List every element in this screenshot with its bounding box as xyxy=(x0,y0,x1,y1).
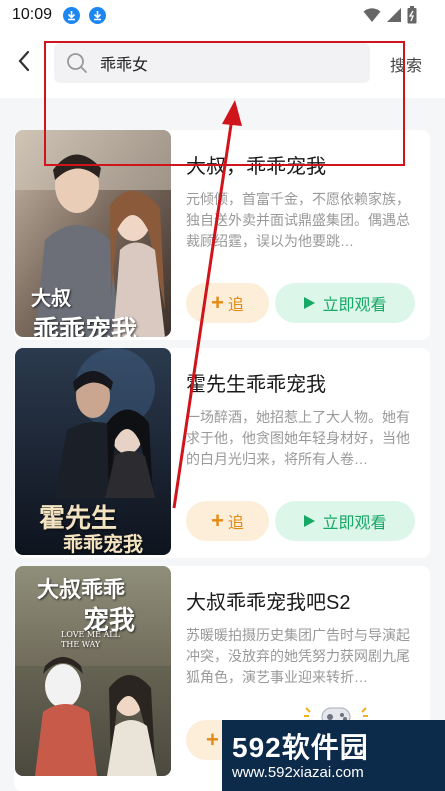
status-bar: 10:09 xyxy=(0,0,445,32)
poster-subtitle-text: LOVE ME ALL THE WAY xyxy=(61,630,120,649)
poster-title-text: 大叔 xyxy=(31,286,71,310)
plus-icon: + xyxy=(206,727,219,752)
follow-label: 追 xyxy=(227,515,244,532)
follow-button[interactable]: + 追 xyxy=(186,501,269,541)
download-icon xyxy=(89,7,106,24)
poster-title-text: 乖乖宠我 xyxy=(33,316,138,337)
result-card[interactable]: 霍先生 乖乖宠我 霍先生乖乖宠我 一场醉酒，她招惹上了大人物。她有求于他，他贪图… xyxy=(14,348,430,558)
result-description: 元倾倾，首富千金，不愿依赖家族，独自送外卖并面试鼎盛集团。偶遇总裁顾绍霆，误以为… xyxy=(186,191,410,249)
watch-now-button[interactable]: 立即观看 xyxy=(275,501,415,541)
watch-label: 立即观看 xyxy=(322,297,387,314)
poster-title-text: 乖乖宠我 xyxy=(63,532,143,555)
back-button[interactable] xyxy=(12,48,38,74)
wifi-icon xyxy=(363,7,381,28)
follow-label: 追 xyxy=(227,297,244,314)
result-title[interactable]: 霍先生乖乖宠我 xyxy=(186,368,326,397)
watch-now-button[interactable]: 立即观看 xyxy=(275,283,415,323)
poster-image[interactable]: 霍先生 乖乖宠我 xyxy=(15,348,171,555)
result-title[interactable]: 大叔乖乖宠我吧S2 xyxy=(186,586,350,615)
status-time: 10:09 xyxy=(12,6,53,23)
annotation-highlight-box xyxy=(44,41,405,166)
chevron-left-icon xyxy=(18,50,30,72)
watermark-url: www.592xiazai.com xyxy=(232,764,364,781)
play-icon xyxy=(304,297,316,309)
battery-icon xyxy=(407,6,417,29)
result-description: 苏暖暖拍摄历史集团广告时与导演起冲突，没放弃的她凭努力获网剧九尾狐角色，演艺事业… xyxy=(186,627,410,685)
play-icon xyxy=(304,515,316,527)
watermark-text: 592软件园 xyxy=(232,732,369,763)
download-icon xyxy=(63,7,80,24)
signal-icon xyxy=(387,7,401,28)
plus-icon: + xyxy=(211,290,224,315)
watch-label: 立即观看 xyxy=(322,515,387,532)
follow-button[interactable]: + 追 xyxy=(186,283,269,323)
plus-icon: + xyxy=(211,508,224,533)
poster-image[interactable]: 大叔乖乖 宠我 LOVE ME ALL THE WAY xyxy=(15,566,171,776)
result-description: 一场醉酒，她招惹上了大人物。她有求于他，他贪图她年轻身材好，当他的白月光归来，将… xyxy=(186,409,410,467)
watermark-logo: 592软件园 www.592xiazai.com xyxy=(222,720,445,791)
